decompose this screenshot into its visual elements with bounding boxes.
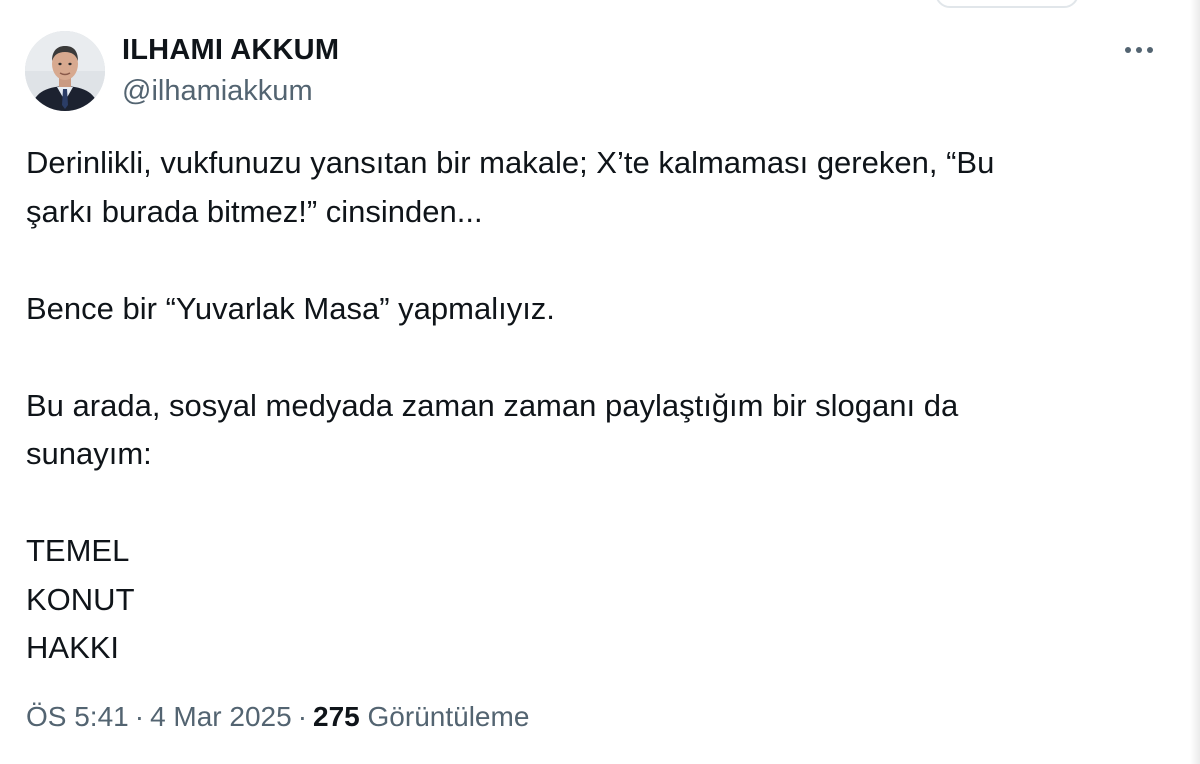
user-avatar-photo-icon [25, 31, 105, 111]
right-edge-shadow [1190, 0, 1200, 764]
tweet-meta: ÖS 5:41 · 4 Mar 2025 · 275 Görüntüleme [26, 699, 529, 735]
views-count[interactable]: 275 [313, 701, 360, 732]
tweet-time[interactable]: ÖS 5:41 [26, 701, 129, 732]
more-horizontal-icon [1125, 47, 1153, 53]
author-handle[interactable]: @ilhamiakkum [122, 73, 313, 109]
tweet-date[interactable]: 4 Mar 2025 [150, 701, 292, 732]
author-name[interactable]: ILHAMI AKKUM [122, 32, 339, 68]
more-options-button[interactable] [1119, 34, 1159, 66]
views-label[interactable]: Görüntüleme [368, 701, 530, 732]
author-avatar[interactable] [25, 31, 105, 111]
tweet-page: ILHAMI AKKUM @ilhamiakkum Derinlikli, vu… [0, 0, 1200, 764]
meta-separator: · [297, 701, 308, 732]
meta-separator: · [134, 701, 145, 732]
tweet-text: Derinlikli, vukfunuzu yansıtan bir makal… [26, 145, 995, 665]
top-button-edge[interactable] [935, 0, 1079, 8]
